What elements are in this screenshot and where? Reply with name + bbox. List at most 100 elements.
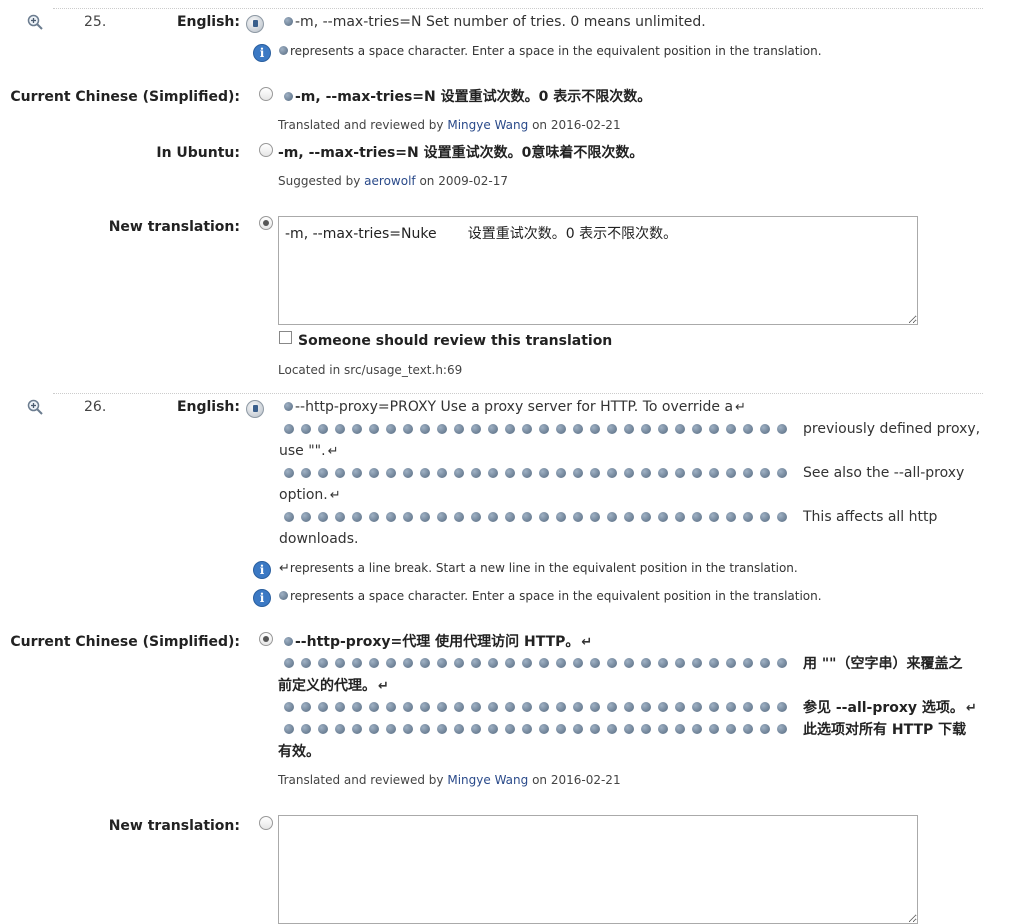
space-marker-icon	[369, 702, 379, 712]
space-marker-icon	[641, 702, 651, 712]
space-marker-icon	[522, 512, 532, 522]
current-translation-line: 此选项对所有 HTTP 下载	[803, 722, 967, 738]
space-marker-icon	[522, 468, 532, 478]
space-marker-icon	[641, 424, 651, 434]
space-marker-icon	[641, 468, 651, 478]
space-marker-icon	[369, 724, 379, 734]
space-marker-icon	[403, 468, 413, 478]
space-marker-icon	[777, 658, 787, 668]
new-translation-radio[interactable]	[259, 216, 273, 230]
info-icon: i	[253, 561, 271, 579]
space-marker-icon	[522, 424, 532, 434]
space-marker-icon	[505, 424, 515, 434]
english-source-text: -m, --max-tries=N Set number of tries. 0…	[282, 11, 706, 33]
ubuntu-translation-radio[interactable]	[259, 143, 273, 157]
english-source-line: --http-proxy=PROXY Use a proxy server fo…	[282, 396, 746, 419]
copy-text-icon[interactable]	[246, 15, 264, 33]
suggester-link[interactable]: aerowolf	[364, 174, 415, 188]
space-marker-icon	[743, 468, 753, 478]
space-marker-row	[281, 658, 791, 669]
current-translation-label: Current Chinese (Simplified):	[10, 89, 240, 105]
english-source-line: previously defined proxy,	[803, 421, 981, 437]
current-translation-line: 有效。	[278, 744, 320, 760]
space-marker-icon	[675, 658, 685, 668]
space-marker-icon	[352, 468, 362, 478]
space-note: represents a space character. Enter a sp…	[277, 44, 822, 58]
space-marker-icon	[318, 658, 328, 668]
space-marker-icon	[760, 424, 770, 434]
space-marker-icon	[420, 468, 430, 478]
space-marker-icon	[556, 658, 566, 668]
current-translation-meta: Translated and reviewed by Mingye Wang o…	[278, 118, 621, 132]
space-marker-icon	[743, 724, 753, 734]
space-marker-icon	[335, 468, 345, 478]
current-translation-radio[interactable]	[259, 87, 273, 101]
space-marker-icon	[539, 512, 549, 522]
space-marker-icon	[573, 724, 583, 734]
space-marker-icon	[284, 724, 294, 734]
space-marker-icon	[760, 658, 770, 668]
space-marker-icon	[369, 424, 379, 434]
space-marker-icon	[624, 702, 634, 712]
ubuntu-translation-text: -m, --max-tries=N 设置重试次数。0意味着不限次数。	[278, 145, 644, 161]
space-marker-icon	[743, 658, 753, 668]
space-marker-row	[281, 702, 791, 713]
space-marker-icon	[352, 658, 362, 668]
space-marker-icon	[437, 724, 447, 734]
space-marker-icon	[284, 401, 293, 411]
space-marker-icon	[301, 724, 311, 734]
space-marker-icon	[420, 702, 430, 712]
current-translation-radio[interactable]	[259, 632, 273, 646]
space-marker-icon	[590, 658, 600, 668]
space-marker-icon	[488, 658, 498, 668]
space-marker-icon	[403, 702, 413, 712]
translator-link[interactable]: Mingye Wang	[447, 118, 528, 132]
space-marker-icon	[420, 724, 430, 734]
space-marker-icon	[726, 468, 736, 478]
space-marker-icon	[386, 424, 396, 434]
english-label: English:	[176, 399, 240, 415]
new-translation-radio[interactable]	[259, 816, 273, 830]
space-marker-icon	[624, 724, 634, 734]
in-ubuntu-label: In Ubuntu:	[156, 145, 240, 161]
space-marker-icon	[692, 468, 702, 478]
space-marker-icon	[607, 724, 617, 734]
space-marker-icon	[420, 658, 430, 668]
space-marker-icon	[624, 512, 634, 522]
space-marker-row	[281, 512, 791, 523]
english-source-line: use "". ↵	[279, 440, 338, 463]
space-marker-icon	[658, 658, 668, 668]
space-marker-icon	[641, 658, 651, 668]
info-icon: i	[253, 44, 271, 62]
space-marker-icon	[522, 724, 532, 734]
space-marker-icon	[573, 512, 583, 522]
space-marker-icon	[573, 702, 583, 712]
space-marker-icon	[607, 512, 617, 522]
space-marker-icon	[692, 724, 702, 734]
space-marker-icon	[488, 512, 498, 522]
space-marker-icon	[403, 424, 413, 434]
english-label: English:	[176, 14, 240, 30]
space-marker-icon	[539, 724, 549, 734]
space-marker-icon	[607, 702, 617, 712]
space-marker-icon	[301, 512, 311, 522]
space-marker-icon	[505, 468, 515, 478]
space-marker-icon	[352, 724, 362, 734]
space-marker-icon	[539, 424, 549, 434]
space-marker-icon	[352, 702, 362, 712]
translator-link[interactable]: Mingye Wang	[447, 773, 528, 787]
space-marker-icon	[279, 591, 288, 600]
space-marker-icon	[607, 424, 617, 434]
space-marker-icon	[760, 702, 770, 712]
current-translation-label: Current Chinese (Simplified):	[10, 634, 240, 650]
space-marker-icon	[624, 424, 634, 434]
line-break-icon: ↵	[735, 400, 746, 415]
review-checkbox[interactable]	[279, 331, 292, 344]
space-marker-icon	[743, 702, 753, 712]
current-translation-text: -m, --max-tries=N 设置重试次数。0 表示不限次数。	[282, 86, 651, 108]
new-translation-textarea[interactable]	[278, 216, 918, 325]
new-translation-label: New translation:	[108, 818, 240, 834]
space-marker-icon	[726, 702, 736, 712]
space-marker-icon	[556, 724, 566, 734]
copy-text-icon[interactable]	[246, 400, 264, 418]
